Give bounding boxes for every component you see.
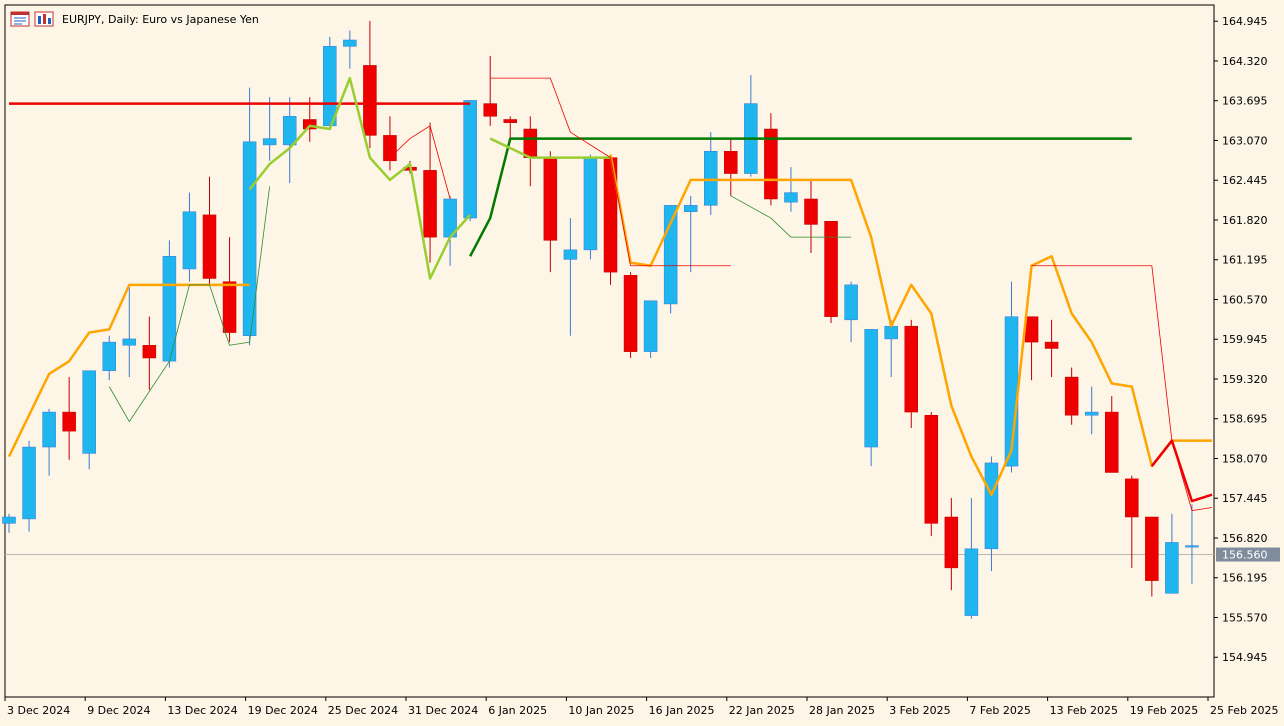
price-tick-label: 159.320 [1222,373,1268,386]
candle-bear [623,275,638,352]
candle-bull [2,516,16,524]
date-tick-label: 13 Feb 2025 [1050,704,1118,717]
date-tick-label: 25 Dec 2024 [328,704,398,717]
chart-window[interactable]: 164.945 164.320 163.695 163.070 162.445 161.8… [0,0,1284,726]
plot-frame [4,4,1215,698]
price-chart[interactable]: 164.945 164.320 163.695 163.070 162.445 161.8… [0,0,1284,726]
price-tick-label: 156.195 [1222,572,1268,585]
candle-bull [984,462,999,550]
candle-bull [42,411,56,448]
candle-bear [363,65,377,136]
candle-bull [1084,411,1099,416]
date-tick-label: 9 Dec 2024 [87,704,150,717]
date-tick-label: 28 Jan 2025 [809,704,875,717]
price-tick-label: 163.695 [1222,95,1268,108]
candle-bear [1044,341,1059,349]
candle-bull [1165,542,1179,594]
candle-bull [563,249,578,260]
date-tick-label: 25 Feb 2025 [1210,704,1278,717]
candle-bull [122,338,137,346]
price-tick-label: 156.820 [1222,532,1268,545]
candle-bull [864,329,878,448]
price-tick-label: 158.070 [1222,452,1268,465]
candle-bear [824,221,838,317]
candle-bear [62,411,76,432]
date-tick-label: 3 Feb 2025 [889,704,950,717]
current-price-label: 156.560 [1222,549,1268,562]
red-thin-line-3 [389,125,451,200]
price-tick-label: 157.445 [1222,492,1268,505]
candle-bear [202,214,217,279]
date-tick-label: 7 Feb 2025 [969,704,1030,717]
chart-window-icon[interactable] [10,11,30,27]
candle-bear [483,103,497,117]
price-tick-label: 164.945 [1222,15,1268,28]
date-tick-label: 3 Dec 2024 [7,704,70,717]
price-tick-label: 164.320 [1222,55,1268,68]
candle-bull [22,446,36,520]
candle-bull [844,284,858,321]
price-tick-label: 161.195 [1222,254,1268,267]
candle-bear [804,198,818,225]
candle-bear [904,325,918,413]
candle-bear [503,119,517,123]
candle-bear [724,151,738,174]
candle-bear [383,135,397,162]
candle-bear [523,128,538,158]
candle-bull [323,46,337,127]
candle-bull [102,341,116,371]
date-tick-label: 19 Dec 2024 [248,704,318,717]
chart-title-bar: EURJPY, Daily: Euro vs Japanese Yen [10,10,259,28]
price-tick-label: 160.570 [1222,293,1268,306]
candle-bull [343,39,357,47]
candle-bull [282,116,297,146]
price-tick-label: 158.695 [1222,413,1268,426]
price-tick-label: 161.820 [1222,214,1268,227]
candle-bull [643,300,658,352]
price-tick-label: 154.945 [1222,651,1268,664]
date-tick-label: 16 Jan 2025 [649,704,715,717]
price-tick-label: 155.570 [1222,611,1268,624]
date-tick-label: 22 Jan 2025 [729,704,795,717]
red-thick-line-2 [1150,439,1213,503]
candle-bear [924,414,939,524]
candle-bull [884,325,898,340]
candle-bull [262,138,277,146]
date-tick-label: 13 Dec 2024 [167,704,237,717]
candle-bear [423,170,437,238]
candle-bear [1024,316,1039,343]
candle-bull [182,211,197,270]
date-tick-label: 6 Jan 2025 [488,704,547,717]
date-tick-label: 19 Feb 2025 [1130,704,1198,717]
price-tick-label: 163.070 [1222,134,1268,147]
red-thin-line-2 [1031,265,1213,512]
candle-bull [784,192,798,203]
candle-bull [583,157,598,251]
candle-bull [463,100,477,219]
candle-bear [1064,376,1079,416]
candle-bear [543,157,558,241]
candle-bear [142,345,157,359]
candle-bull [683,205,698,212]
candle-bear [1145,516,1159,581]
date-tick-label: 31 Dec 2024 [408,704,478,717]
candle-bear [1125,478,1139,518]
candle-bull [82,370,96,454]
price-tick-label: 162.445 [1222,174,1268,187]
lightgreen-line [248,76,472,280]
candle-bull [1185,545,1199,548]
darkgreen-line [469,137,1132,257]
candle-bear [1105,411,1119,473]
candle-bull [964,548,979,616]
price-tick-label: 159.945 [1222,333,1268,346]
candle-bull [162,255,177,362]
candle-bear [944,516,959,569]
candle-bull [704,151,718,206]
date-tick-label: 10 Jan 2025 [568,704,634,717]
chart-properties-icon[interactable] [34,11,54,27]
chart-title: EURJPY, Daily: Euro vs Japanese Yen [62,12,259,26]
candle-bear [222,281,237,333]
